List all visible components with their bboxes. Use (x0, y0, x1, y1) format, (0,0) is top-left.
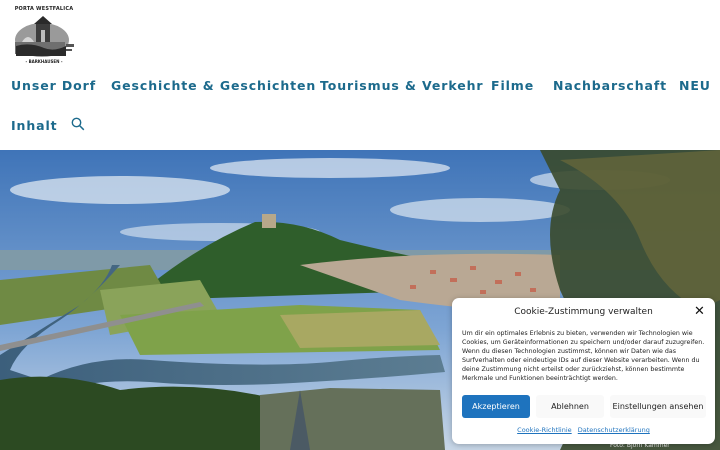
monument-logo-icon (15, 16, 74, 57)
site-logo[interactable]: PORTA WESTFALICA - BARKHAUSEN - (12, 6, 76, 64)
nav-item-nachbarschaft[interactable]: Nachbarschaft (553, 78, 667, 93)
site-header: PORTA WESTFALICA - BARKHAUSEN - Unser Do… (0, 0, 720, 150)
nav-item-unser-dorf[interactable]: Unser Dorf (11, 78, 96, 93)
cookie-consent-dialog: Cookie-Zustimmung verwalten ✕ Um dir ein… (452, 298, 715, 444)
settings-button[interactable]: Einstellungen ansehen (610, 395, 706, 418)
privacy-policy-link[interactable]: Datenschutzerklärung (578, 426, 650, 434)
deny-button[interactable]: Ablehnen (536, 395, 604, 418)
cookie-policy-link[interactable]: Cookie-Richtlinie (517, 426, 572, 434)
nav-item-geschichte[interactable]: Geschichte & Geschichten (111, 78, 316, 93)
nav-item-neu[interactable]: NEU (679, 78, 711, 93)
cookie-dialog-text: Um dir ein optimales Erlebnis zu bieten,… (462, 330, 705, 383)
cookie-dialog-title: Cookie-Zustimmung verwalten (514, 307, 653, 317)
accept-button[interactable]: Akzeptieren (462, 395, 530, 418)
nav-item-tourismus[interactable]: Tourismus & Verkehr (320, 78, 483, 93)
nav-item-filme[interactable]: Filme (491, 78, 534, 93)
monument-building (262, 214, 276, 228)
close-icon[interactable]: ✕ (694, 305, 705, 319)
logo-bottom-text: - BARKHAUSEN - (25, 59, 63, 64)
search-icon[interactable] (71, 117, 85, 131)
cookie-links: Cookie-Richtlinie Datenschutzerklärung (452, 426, 715, 434)
nav-item-inhalt[interactable]: Inhalt (11, 118, 58, 133)
